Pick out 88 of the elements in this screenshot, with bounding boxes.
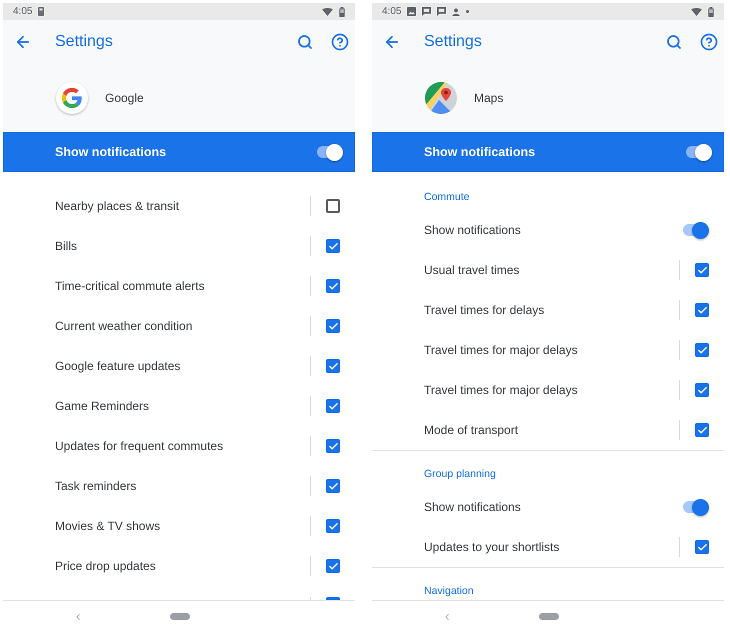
search-icon <box>666 34 682 50</box>
checkmark-icon <box>696 264 708 276</box>
back-button[interactable] <box>14 33 32 51</box>
toggle-switch[interactable] <box>684 143 712 161</box>
section-header: Group planning <box>424 467 497 481</box>
setting-label: Travel times for major delays <box>424 382 579 399</box>
checkbox[interactable] <box>695 540 709 554</box>
checkbox[interactable] <box>326 359 340 373</box>
checkbox[interactable] <box>326 559 340 573</box>
setting-label: Game Reminders <box>55 398 150 415</box>
checkbox[interactable] <box>326 597 340 600</box>
checkmark-icon <box>696 384 708 396</box>
search-button[interactable] <box>666 34 682 50</box>
help-icon <box>700 33 718 51</box>
help-icon <box>331 33 349 51</box>
checkbox[interactable] <box>695 343 709 357</box>
setting-label: Show notifications <box>424 222 522 239</box>
setting-label: Updates to your shortlists <box>424 539 560 556</box>
message-icon <box>422 7 432 16</box>
help-button[interactable] <box>700 33 718 51</box>
wifi-icon <box>322 8 333 16</box>
status-time: 4:05 <box>13 5 32 19</box>
setting-label: Current weather condition <box>55 318 194 335</box>
image-icon <box>407 7 416 16</box>
setting-label: Movies & TV shows <box>55 518 162 535</box>
checkbox[interactable] <box>326 199 340 213</box>
setting-label: Usual travel times <box>424 262 520 279</box>
checkmark-icon <box>328 400 338 412</box>
checkbox[interactable] <box>326 399 340 413</box>
setting-label: Task reminders <box>55 478 138 495</box>
setting-label: Updates for frequent commutes <box>55 438 224 455</box>
section-header: Navigation <box>424 584 475 598</box>
checkbox[interactable] <box>326 239 340 253</box>
setting-label: Google feature updates <box>55 358 182 375</box>
checkbox[interactable] <box>695 423 709 437</box>
setting-label: Show notifications <box>424 499 522 516</box>
toggle-switch[interactable] <box>315 143 343 161</box>
wifi-icon <box>691 8 702 16</box>
checkmark-icon <box>328 320 338 332</box>
status-time: 4:05 <box>382 5 402 19</box>
back-button[interactable] <box>383 33 401 51</box>
checkbox[interactable] <box>326 319 340 333</box>
checkmark-icon <box>328 520 338 532</box>
checkmark-icon <box>328 560 338 572</box>
person-icon <box>452 8 460 16</box>
toggle-switch[interactable] <box>681 498 709 516</box>
checkbox[interactable] <box>695 263 709 277</box>
checkbox[interactable] <box>326 479 340 493</box>
search-icon <box>297 34 313 50</box>
battery-icon <box>708 6 714 16</box>
checkmark-icon <box>696 344 708 356</box>
help-button[interactable] <box>331 33 349 51</box>
checkbox[interactable] <box>326 439 340 453</box>
checkmark-icon <box>328 280 338 292</box>
checkbox[interactable] <box>695 303 709 317</box>
master-switch-label: Show notifications <box>55 144 168 161</box>
battery-icon <box>339 6 345 16</box>
page-title: Settings <box>55 32 113 52</box>
app-name: Maps <box>474 90 504 107</box>
section-header: Commute <box>424 190 471 204</box>
setting-label: Time-critical commute alerts <box>55 278 206 295</box>
home-pill-button[interactable] <box>170 613 190 620</box>
setting-label: Travel times for major delays <box>424 342 579 359</box>
page-title: Settings <box>424 32 482 52</box>
checkbox[interactable] <box>326 519 340 533</box>
setting-label: Bills <box>55 238 78 255</box>
memory-card-icon <box>38 7 44 16</box>
setting-label: Travel times for delays <box>424 302 546 319</box>
setting-label: Nearby places & transit <box>55 198 180 215</box>
checkmark-icon <box>328 440 338 452</box>
app-name: Google <box>105 90 144 107</box>
map-pin-logo-icon <box>425 82 457 114</box>
checkbox[interactable] <box>326 279 340 293</box>
home-pill-button[interactable] <box>539 613 559 620</box>
checkmark-icon <box>696 424 708 436</box>
checkmark-icon <box>328 360 338 372</box>
checkmark-icon <box>696 542 708 552</box>
search-button[interactable] <box>297 34 313 50</box>
message-icon <box>437 7 446 16</box>
checkmark-icon <box>696 304 708 316</box>
g-logo-icon <box>56 82 88 114</box>
checkbox[interactable] <box>695 383 709 397</box>
checkmark-icon <box>328 480 338 492</box>
checkmark-icon <box>328 240 338 252</box>
master-switch-label: Show notifications <box>424 144 536 161</box>
setting-label: Mode of transport <box>424 422 520 439</box>
setting-label: Price drop updates <box>55 558 157 575</box>
toggle-switch[interactable] <box>681 221 709 239</box>
